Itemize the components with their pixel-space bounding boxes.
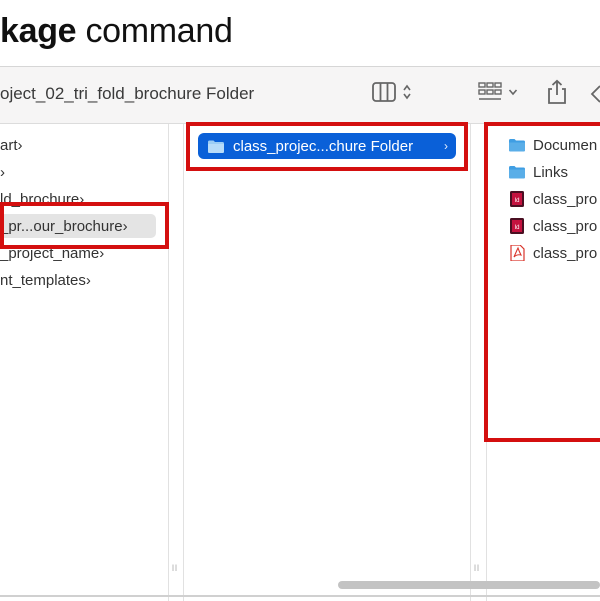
highlight-box-selected-folder (0, 202, 169, 249)
column-resize-handle[interactable]: ll (172, 563, 178, 573)
chevron-right-icon: › (17, 136, 23, 154)
sidebar-item-label: art (0, 136, 18, 154)
highlight-box-package-folder (186, 122, 468, 171)
column-view-button[interactable] (372, 81, 412, 103)
chevron-down-icon (508, 89, 518, 96)
column-divider[interactable] (168, 124, 169, 601)
sidebar-item[interactable]: art › (0, 133, 165, 157)
tag-icon (590, 85, 600, 103)
share-button[interactable] (546, 79, 568, 105)
column-view-icon (372, 82, 396, 102)
column-divider[interactable] (183, 124, 184, 601)
highlight-box-package-contents (484, 122, 600, 442)
sidebar-item[interactable]: › (0, 160, 165, 184)
window-title: oject_02_tri_fold_brochure Folder (0, 84, 255, 103)
page-heading: kage command (0, 12, 233, 51)
window-bottom-edge (0, 595, 600, 597)
tag-button[interactable] (588, 83, 600, 105)
column-resize-handle[interactable]: ll (474, 563, 480, 573)
group-button[interactable] (478, 81, 518, 103)
group-grid-icon (478, 82, 502, 100)
finder-toolbar: oject_02_tri_fold_brochure Folder (0, 67, 600, 124)
chevron-right-icon: › (85, 271, 91, 289)
column-divider[interactable] (470, 124, 471, 601)
chevron-right-icon: › (0, 163, 5, 181)
heading-bold: kage (0, 12, 77, 50)
heading-rest: command (76, 12, 233, 50)
sidebar-item[interactable]: nt_templates › (0, 268, 165, 292)
share-icon (548, 79, 566, 104)
sidebar-item-label: nt_templates (0, 271, 86, 289)
chevron-updown-icon (403, 84, 411, 100)
horizontal-scrollbar[interactable] (338, 581, 600, 589)
